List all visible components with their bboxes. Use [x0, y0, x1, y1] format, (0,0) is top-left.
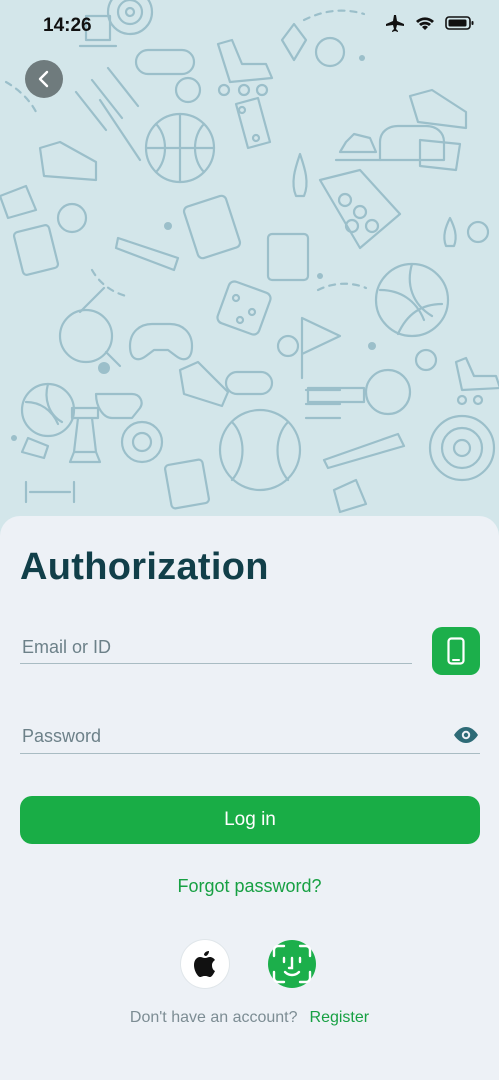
status-bar: 14:26: [0, 0, 499, 54]
email-underline: [20, 663, 412, 664]
chevron-left-icon: [38, 70, 49, 88]
phone-login-button[interactable]: [432, 627, 480, 675]
baseball-icon: [218, 408, 302, 492]
eye-icon: [454, 727, 478, 743]
login-button[interactable]: Log in: [20, 796, 480, 844]
paddle-icon: [58, 308, 122, 368]
target-icon-3: [120, 420, 164, 464]
no-account-text: Don't have an account?: [129, 1009, 298, 1026]
show-password-button[interactable]: [451, 724, 481, 746]
controller-icon: [128, 322, 194, 361]
bat-icon: [98, 98, 406, 470]
bowling-icon: [276, 152, 490, 358]
email-field[interactable]: [20, 632, 414, 662]
cards-icon: [12, 194, 310, 510]
goggles-icon: [134, 48, 274, 396]
back-button[interactable]: [25, 60, 63, 98]
page-title: Authorization: [20, 546, 269, 588]
basketball-icon: [144, 112, 216, 184]
face-id-button[interactable]: [268, 940, 316, 988]
status-icons: [385, 14, 475, 32]
billiard-rack-icon: [318, 168, 402, 250]
grips-icon: [74, 66, 342, 420]
flag-icon: [300, 138, 462, 380]
forgot-password-link[interactable]: Forgot password?: [0, 876, 499, 897]
face-id-icon: [272, 944, 312, 984]
register-link[interactable]: Register: [310, 1009, 370, 1026]
wifi-icon: [416, 17, 434, 30]
battery-icon: [445, 16, 474, 30]
rollerskate-icon-2: [454, 356, 499, 406]
dice-icon: [216, 280, 272, 336]
apple-icon: [194, 951, 215, 977]
status-time: 14:26: [43, 15, 92, 36]
password-underline: [20, 753, 480, 754]
skateboard-icon: [234, 96, 272, 150]
target-icon-2: [428, 414, 496, 482]
smartphone-icon: [447, 637, 465, 665]
apple-signin-button[interactable]: [181, 940, 229, 988]
register-row: Don't have an account? Register: [0, 1009, 499, 1027]
password-field[interactable]: [20, 721, 444, 751]
volleyball-icon: [374, 262, 450, 338]
sports-pattern-background: [0, 0, 499, 540]
volleyball-icon-2: [20, 382, 76, 438]
airplane-icon: [386, 15, 404, 32]
